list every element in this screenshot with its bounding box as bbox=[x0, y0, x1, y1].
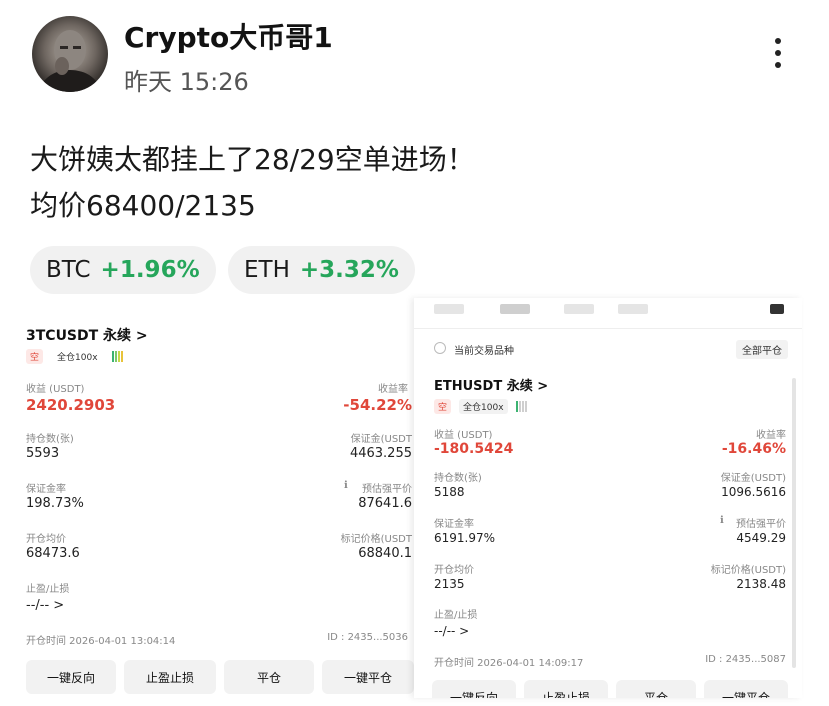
pnl-value: 2420.2903 bbox=[26, 396, 116, 414]
pnl-value: -180.5424 bbox=[434, 441, 514, 457]
size-label: 持仓数(张) bbox=[434, 473, 482, 484]
tpsl-label: 止盈/止损 bbox=[434, 610, 478, 621]
author-name[interactable]: Crypto大币哥1 bbox=[124, 16, 333, 56]
mark-price-label: 标记价格(USDT bbox=[340, 534, 412, 545]
ticker-chip-eth[interactable]: ETH +3.32% bbox=[228, 246, 415, 294]
close-position-button[interactable]: 平仓 bbox=[616, 680, 696, 698]
entry-price-value: 68473.6 bbox=[26, 546, 80, 561]
ticker-symbol: BTC bbox=[46, 257, 91, 283]
pnl-label: 收益 (USDT) bbox=[434, 430, 493, 441]
margin-label: 保证金(USDT bbox=[350, 434, 412, 445]
margin-ratio-value: 6191.97% bbox=[434, 531, 496, 545]
size-label: 持仓数(张) bbox=[26, 434, 74, 445]
scrollbar[interactable] bbox=[792, 378, 796, 668]
margin-label: 保证金(USDT) bbox=[720, 473, 786, 484]
ticker-chip-btc[interactable]: BTC +1.96% bbox=[30, 246, 216, 294]
current-pair-radio[interactable] bbox=[434, 342, 446, 354]
tpsl-button[interactable]: 止盈止损 bbox=[524, 680, 608, 698]
btc-position-screenshot[interactable]: 3TCUSDT 永续 > 空 全仓100x 收益 (USDT) 收益率 2420… bbox=[22, 308, 416, 706]
liq-price-value: 87641.6 bbox=[358, 496, 412, 511]
position-title: 3TCUSDT 永续 > bbox=[26, 328, 148, 344]
close-all-top-button[interactable]: 全部平仓 bbox=[736, 340, 788, 359]
pnl-label: 收益 (USDT) bbox=[26, 384, 85, 395]
current-pair-label: 当前交易品种 bbox=[454, 346, 514, 357]
ticker-change: +3.32% bbox=[299, 257, 399, 283]
liq-price-label: 预估强平价 bbox=[362, 484, 412, 495]
margin-value: 4463.255 bbox=[349, 446, 412, 461]
tab-strip bbox=[414, 298, 802, 329]
more-options-icon[interactable] bbox=[770, 38, 786, 74]
liq-price-label: 预估强平价 bbox=[736, 519, 786, 530]
post-time: 昨天 15:26 bbox=[124, 68, 249, 96]
mark-price-label: 标记价格(USDT) bbox=[710, 565, 786, 576]
margin-ratio-value: 198.73% bbox=[26, 496, 84, 511]
ticker-symbol: ETH bbox=[244, 257, 290, 283]
entry-price-label: 开仓均价 bbox=[434, 565, 474, 576]
side-tag: 空 bbox=[26, 349, 44, 364]
post-text-line-2: 均价68400/2135 bbox=[30, 189, 256, 222]
ticker-change: +1.96% bbox=[100, 257, 200, 283]
tpsl-button[interactable]: 止盈止损 bbox=[124, 660, 216, 694]
roe-value: -16.46% bbox=[721, 441, 786, 457]
margin-ratio-label: 保证金率 bbox=[26, 484, 66, 495]
close-position-button[interactable]: 平仓 bbox=[224, 660, 314, 694]
position-id[interactable]: ID : 2435...5036 bbox=[327, 632, 408, 643]
mark-price-value: 2138.48 bbox=[736, 577, 786, 591]
entry-price-label: 开仓均价 bbox=[26, 534, 66, 545]
margin-ratio-label: 保证金率 bbox=[434, 519, 474, 530]
tpsl-label: 止盈/止损 bbox=[26, 584, 70, 595]
mark-price-value: 68840.1 bbox=[358, 546, 412, 561]
size-value: 5593 bbox=[26, 446, 60, 461]
avatar-portrait-icon bbox=[40, 30, 100, 92]
position-id[interactable]: ID : 2435...5087 bbox=[705, 654, 786, 665]
entry-price-value: 2135 bbox=[434, 577, 465, 591]
roe-value: -54.22% bbox=[343, 396, 412, 414]
eth-position-screenshot[interactable]: 当前交易品种 全部平仓 ETHUSDT 永续 > 空 全仓100x 收益 (US… bbox=[414, 298, 802, 698]
info-icon[interactable]: ℹ bbox=[720, 515, 724, 526]
margin-mode-tag: 全仓100x bbox=[459, 399, 508, 414]
info-icon[interactable]: ℹ bbox=[344, 480, 348, 491]
reverse-position-button[interactable]: 一键反向 bbox=[432, 680, 516, 698]
size-value: 5188 bbox=[434, 485, 465, 499]
risk-bars-icon bbox=[111, 347, 124, 366]
avatar[interactable] bbox=[32, 16, 108, 92]
open-time: 开仓时间 2026-04-01 14:09:17 bbox=[434, 658, 584, 669]
tpsl-value[interactable]: --/-- > bbox=[434, 624, 469, 638]
close-all-button[interactable]: 一键平仓 bbox=[322, 660, 414, 694]
tpsl-value[interactable]: --/-- > bbox=[26, 598, 64, 613]
risk-bars-icon bbox=[515, 397, 528, 416]
post-text-line-1: 大饼姨太都挂上了28/29空单进场！ bbox=[30, 143, 475, 176]
close-all-button[interactable]: 一键平仓 bbox=[704, 680, 788, 698]
liq-price-value: 4549.29 bbox=[736, 531, 786, 545]
roe-label: 收益率 bbox=[756, 430, 786, 441]
position-title: ETHUSDT 永续 > bbox=[434, 379, 549, 394]
roe-label: 收益率 bbox=[378, 384, 408, 395]
open-time: 开仓时间 2026-04-01 13:04:14 bbox=[26, 636, 176, 647]
side-tag: 空 bbox=[434, 399, 452, 414]
margin-value: 1096.5616 bbox=[721, 485, 786, 499]
reverse-position-button[interactable]: 一键反向 bbox=[26, 660, 116, 694]
margin-mode-tag: 全仓100x bbox=[57, 353, 98, 363]
